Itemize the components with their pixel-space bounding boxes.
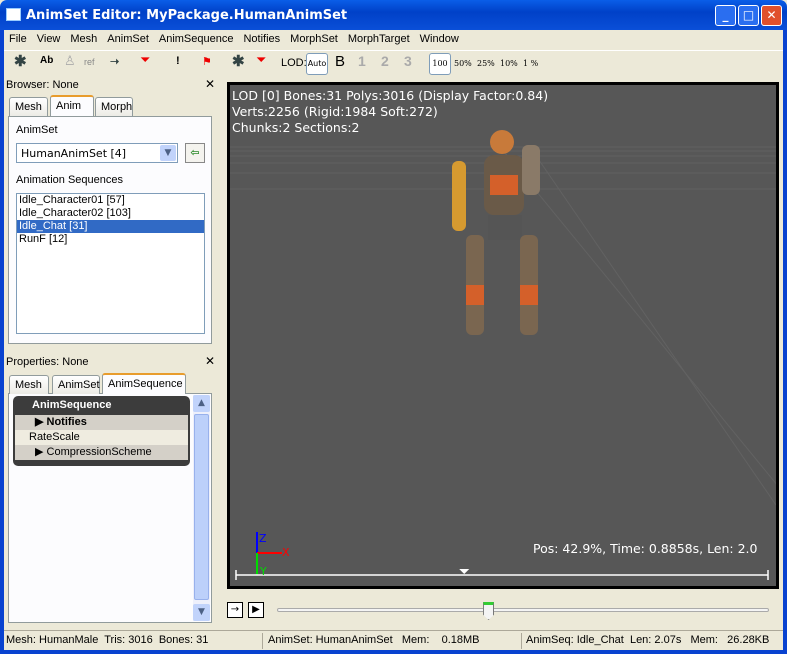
stats-line1: LOD [0] Bones:31 Polys:3016 (Display Fac…: [232, 88, 549, 103]
app-icon: [6, 8, 21, 21]
menu-animset[interactable]: AnimSet: [102, 30, 154, 48]
show-skeleton-icon[interactable]: ✱: [14, 52, 27, 70]
animset-dropdown[interactable]: HumanAnimSet [4] ▼: [16, 143, 178, 163]
property-notifies[interactable]: ▶ Notifies: [15, 415, 188, 430]
root-motion-icon[interactable]: ➝: [110, 55, 119, 68]
animset-label: AnimSet: [16, 124, 58, 136]
scroll-up-icon[interactable]: ▲: [193, 395, 210, 412]
menu-notifies[interactable]: Notifies: [238, 30, 285, 48]
scroll-down-icon[interactable]: ▼: [193, 604, 210, 621]
play-icon: ▶: [252, 604, 260, 615]
speed-100-button[interactable]: 100: [429, 53, 451, 75]
close-button[interactable]: ✕: [761, 5, 782, 26]
status-animset: AnimSet: HumanAnimSet Mem: 0.18MB: [268, 634, 480, 646]
menu-mesh[interactable]: Mesh: [65, 30, 102, 48]
menu-animsequence[interactable]: AnimSequence: [154, 30, 239, 48]
3d-viewport[interactable]: LOD [0] Bones:31 Polys:3016 (Display Fac…: [227, 82, 779, 589]
property-ratescale[interactable]: RateScale: [15, 430, 188, 445]
list-item[interactable]: Idle_Character02 [103]: [17, 207, 204, 220]
status-mesh: Mesh: HumanMale Tris: 3016 Bones: 31: [6, 634, 209, 646]
lod-1-button[interactable]: 1: [358, 53, 366, 69]
loop-button[interactable]: →: [227, 602, 243, 618]
speed-1-button[interactable]: 1 %: [523, 59, 538, 68]
socket-icon[interactable]: ⏷: [140, 52, 150, 68]
axis-z-label: Z: [259, 532, 267, 545]
window-title: AnimSet Editor: MyPackage.HumanAnimSet: [26, 8, 348, 23]
menu-file[interactable]: File: [4, 30, 32, 48]
status-bar: Mesh: HumanMale Tris: 3016 Bones: 31 Ani…: [4, 630, 783, 650]
use-selected-button[interactable]: ⇦: [185, 143, 205, 163]
sequences-label: Animation Sequences: [16, 174, 124, 186]
list-item[interactable]: Idle_Character01 [57]: [17, 194, 204, 207]
menu-bar: File View Mesh AnimSet AnimSequence Noti…: [4, 30, 464, 48]
lod-3-button[interactable]: 3: [404, 53, 412, 69]
property-compression[interactable]: ▶ CompressionScheme: [15, 445, 188, 460]
tab-morph[interactable]: Morph: [95, 97, 133, 116]
tab-animset-props[interactable]: AnimSet: [52, 375, 100, 394]
chevron-down-icon[interactable]: ▼: [160, 145, 176, 161]
expand-icon[interactable]: ▶: [35, 416, 47, 428]
ref-pose-button[interactable]: ref: [84, 57, 95, 67]
warning-button[interactable]: !: [176, 55, 180, 67]
timeline-slider-thumb[interactable]: [483, 602, 495, 620]
lod-base-button[interactable]: B: [335, 53, 345, 70]
axis-x-label: X: [282, 546, 290, 559]
tab-animsequence-props[interactable]: AnimSequence: [102, 373, 186, 394]
bone-names-button[interactable]: Ab: [40, 55, 53, 66]
browser-header: Browser: None: [6, 79, 79, 91]
arrow-right-icon: →: [230, 604, 240, 615]
browser-close-icon[interactable]: ✕: [205, 77, 215, 91]
menu-view[interactable]: View: [32, 30, 66, 48]
stats-line3: Chunks:2 Sections:2: [232, 120, 360, 135]
list-item[interactable]: RunF [12]: [17, 233, 204, 246]
tab-mesh[interactable]: Mesh: [9, 97, 48, 116]
animset-value: HumanAnimSet [4]: [21, 147, 127, 160]
play-button[interactable]: ▶: [248, 602, 264, 618]
character-model: [452, 130, 540, 335]
stats-line2: Verts:2256 (Rigid:1984 Soft:272): [232, 104, 438, 119]
skeleton-icon[interactable]: ✱: [232, 52, 245, 70]
category-header[interactable]: AnimSequence: [15, 398, 188, 413]
tab-mesh-props[interactable]: Mesh: [9, 375, 49, 394]
arrow-left-icon: ⇦: [190, 146, 200, 159]
minimize-button[interactable]: _: [715, 5, 736, 26]
properties-scrollbar[interactable]: ▲ ▼: [193, 395, 210, 621]
flag-icon[interactable]: ⚑: [202, 55, 212, 68]
timeline-slider[interactable]: [277, 608, 769, 612]
property-grid: AnimSequence ▶ Notifies RateScale ▶ Comp…: [13, 396, 190, 466]
lod-label: LOD:: [281, 57, 307, 69]
menu-morphtarget[interactable]: MorphTarget: [343, 30, 415, 48]
list-item-selected[interactable]: Idle_Chat [31]: [17, 220, 204, 233]
mesh-icon[interactable]: ♙: [64, 53, 76, 69]
toolbar: ✱ Ab ♙ ref ➝ ⏷ ! ⚑ ✱ ⏷ LOD: Auto B 1 2 3…: [4, 50, 783, 76]
title-bar: AnimSet Editor: MyPackage.HumanAnimSet _…: [0, 0, 787, 30]
speed-25-button[interactable]: 25%: [477, 59, 495, 68]
sequence-list[interactable]: Idle_Character01 [57] Idle_Character02 […: [16, 193, 205, 334]
scroll-thumb[interactable]: [194, 414, 209, 600]
timeline-marker[interactable]: [459, 569, 470, 574]
menu-window[interactable]: Window: [415, 30, 464, 48]
lod-auto-button[interactable]: Auto: [306, 53, 328, 75]
status-animseq: AnimSeq: Idle_Chat Len: 2.07s Mem: 26.28…: [526, 634, 770, 646]
axis-y-label: Y: [260, 565, 267, 578]
properties-close-icon[interactable]: ✕: [205, 354, 215, 368]
socket2-icon[interactable]: ⏷: [256, 52, 266, 68]
viewport-scene: [230, 130, 776, 580]
properties-header: Properties: None: [6, 356, 89, 368]
maximize-button[interactable]: □: [738, 5, 759, 26]
speed-10-button[interactable]: 10%: [500, 59, 518, 68]
menu-morphset[interactable]: MorphSet: [285, 30, 343, 48]
tab-anim[interactable]: Anim: [50, 95, 94, 116]
lod-2-button[interactable]: 2: [381, 53, 389, 69]
speed-50-button[interactable]: 50%: [454, 59, 472, 68]
playback-info: Pos: 42.9%, Time: 0.8858s, Len: 2.0: [533, 541, 758, 556]
expand-icon[interactable]: ▶: [35, 446, 47, 458]
